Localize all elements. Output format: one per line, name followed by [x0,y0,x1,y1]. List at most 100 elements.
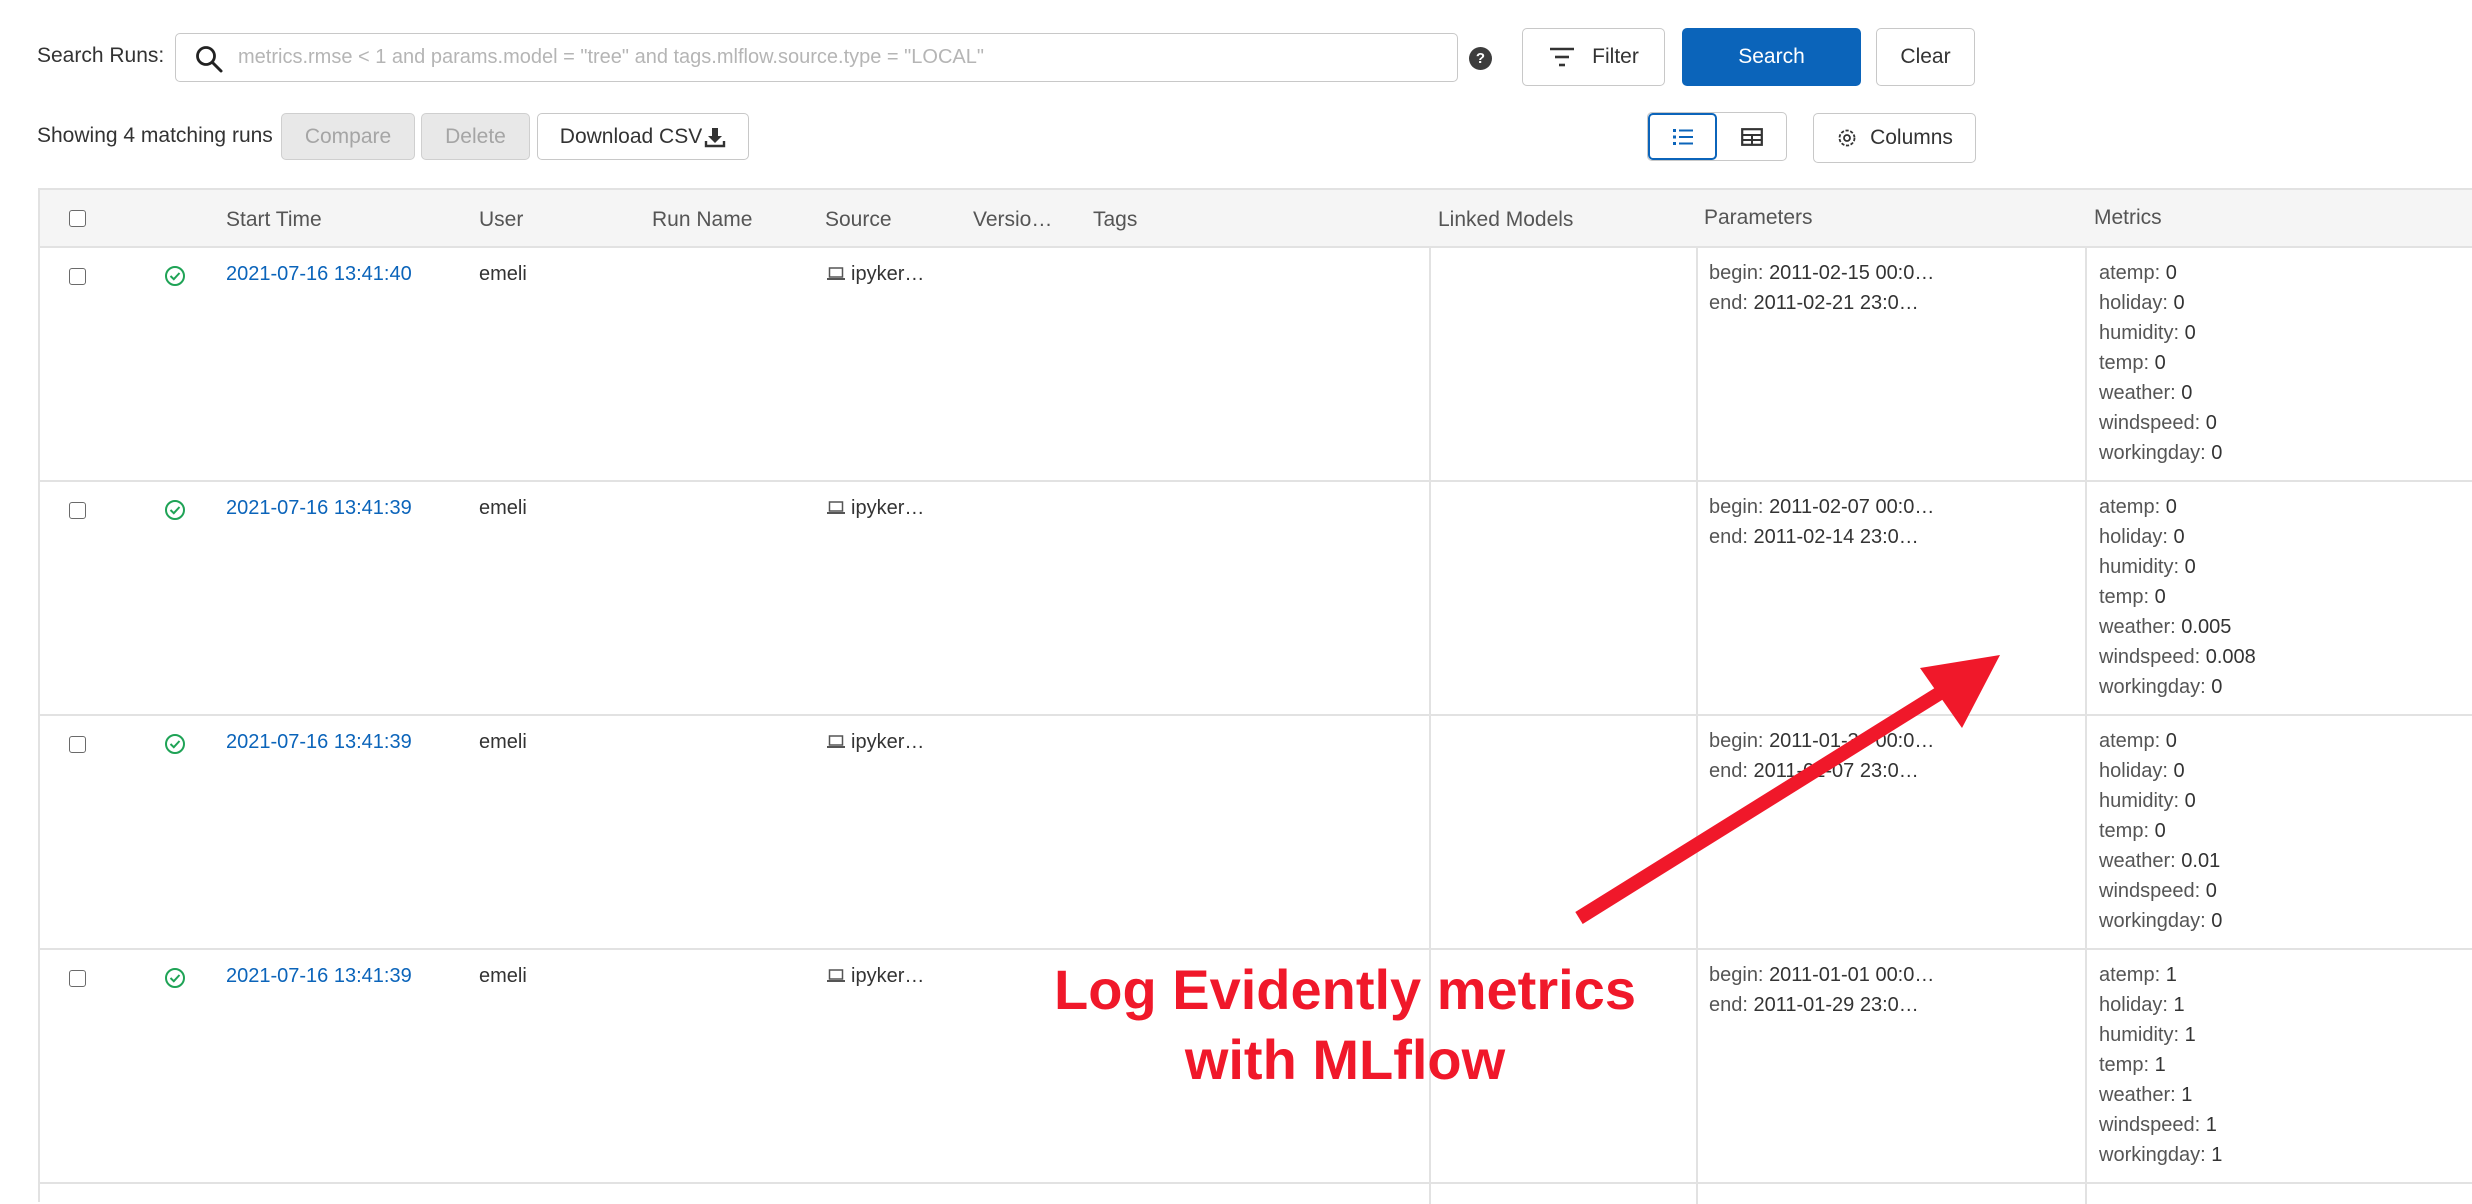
search-input[interactable] [236,34,1436,81]
param-key: begin: [1709,496,1770,518]
columns-button-label: Columns [1870,126,1953,149]
metric-value: 0 [2165,730,2177,752]
columns-button[interactable]: Columns [1813,113,1976,163]
metrics-cell: atemp: 1 holiday: 1 humidity: 1 temp: 1 … [2099,960,2222,1170]
compare-button[interactable]: Compare [281,113,415,160]
metric-key: weather: [2099,382,2182,404]
table-row: 2021-07-16 13:41:39 emeli ipyker… begin:… [40,482,2472,716]
metric-key: workingday: [2099,442,2212,464]
metric-key: atemp: [2099,730,2166,752]
metric-key: windspeed: [2099,880,2206,902]
param-value: 2011-02-15 00:0… [1769,262,1935,284]
metric-key: atemp: [2099,496,2166,518]
metric-entry: humidity: 0 [2099,786,2222,816]
row-checkbox[interactable] [69,970,86,987]
check-circle-icon [165,968,185,988]
laptop-icon [827,501,845,514]
source-cell[interactable]: ipyker… [827,497,924,520]
filter-button[interactable]: Filter [1522,28,1665,86]
metric-value: 1 [2165,964,2177,986]
start-time-link[interactable]: 2021-07-16 13:41:39 [226,965,412,988]
metric-entry: workingday: 0 [2099,906,2222,936]
user-cell: emeli [479,263,527,285]
param-key: end: [1709,760,1754,782]
help-icon[interactable]: ? [1469,47,1492,70]
params-cell: begin: 2011-01-30 00:0… end: 2011-02-07 … [1709,726,1934,786]
metric-entry: weather: 0 [2099,378,2222,408]
start-time-link[interactable]: 2021-07-16 13:41:39 [226,497,412,520]
row-checkbox[interactable] [69,502,86,519]
param-key: begin: [1709,730,1770,752]
header-start-time[interactable]: Start Time [226,208,322,232]
list-view-toggle[interactable] [1648,113,1718,160]
metric-value: 0 [2211,442,2223,464]
start-time-link[interactable]: 2021-07-16 13:41:39 [226,731,412,754]
metric-entry: workingday: 0 [2099,672,2256,702]
params-cell: begin: 2011-02-07 00:0… end: 2011-02-14 … [1709,492,1934,552]
grid-view-toggle[interactable] [1717,113,1786,160]
metric-entry: windspeed: 1 [2099,1110,2222,1140]
metric-value: 1 [2205,1114,2217,1136]
metric-value: 1 [2173,994,2185,1016]
select-all-checkbox[interactable] [69,210,86,227]
metric-value: 0 [2211,676,2223,698]
metric-value: 0 [2173,526,2185,548]
header-tags[interactable]: Tags [1093,208,1137,232]
download-csv-button[interactable]: Download CSV [537,113,749,160]
metric-value: 0 [2205,880,2217,902]
header-metrics[interactable]: Metrics [2094,206,2162,230]
header-user[interactable]: User [479,208,523,232]
start-time-link[interactable]: 2021-07-16 13:41:40 [226,263,412,286]
row-checkbox[interactable] [69,736,86,753]
metric-value: 0 [2211,910,2223,932]
metric-entry: holiday: 0 [2099,756,2222,786]
metric-value: 1 [2154,1054,2166,1076]
check-circle-icon [165,500,185,520]
search-box[interactable] [175,33,1458,82]
metric-value: 0.008 [2205,646,2256,668]
table-view-icon [1740,127,1763,146]
metric-key: temp: [2099,820,2155,842]
metric-key: workingday: [2099,676,2212,698]
source-cell[interactable]: ipyker… [827,263,924,286]
metric-value: 0.01 [2181,850,2221,872]
table-header: Start Time User Run Name Source Versio… … [40,190,2472,248]
delete-button[interactable]: Delete [421,113,530,160]
metrics-cell: atemp: 0 holiday: 0 humidity: 0 temp: 0 … [2099,492,2256,702]
param-key: end: [1709,292,1754,314]
param-entry: begin: 2011-01-30 00:0… [1709,726,1934,756]
metric-key: weather: [2099,1084,2182,1106]
param-entry: end: 2011-02-14 23:0… [1709,522,1934,552]
metric-value: 1 [2184,1024,2196,1046]
matching-runs-count: Showing 4 matching runs [37,124,273,147]
param-value: 2011-02-21 23:0… [1753,292,1919,314]
clear-button[interactable]: Clear [1876,28,1975,86]
metric-key: atemp: [2099,964,2166,986]
metric-key: holiday: [2099,526,2174,548]
metric-key: weather: [2099,850,2182,872]
view-toggle[interactable] [1647,112,1787,161]
source-cell[interactable]: ipyker… [827,965,924,988]
header-version[interactable]: Versio… [973,208,1052,232]
metric-value: 0 [2205,412,2217,434]
metric-entry: temp: 0 [2099,348,2222,378]
header-run-name[interactable]: Run Name [652,208,752,232]
param-entry: end: 2011-02-21 23:0… [1709,288,1934,318]
metric-key: humidity: [2099,790,2185,812]
metric-value: 0 [2154,820,2166,842]
annotation-line-1: Log Evidently metrics [1054,958,1636,1021]
header-linked-models[interactable]: Linked Models [1438,208,1573,232]
metric-entry: workingday: 1 [2099,1140,2222,1170]
metric-entry: humidity: 0 [2099,318,2222,348]
metric-value: 0 [2173,760,2185,782]
metric-key: humidity: [2099,322,2185,344]
search-button[interactable]: Search [1682,28,1861,86]
metric-value: 0 [2184,556,2196,578]
header-parameters[interactable]: Parameters [1704,206,1813,230]
row-checkbox[interactable] [69,268,86,285]
source-cell[interactable]: ipyker… [827,731,924,754]
header-source[interactable]: Source [825,208,892,232]
params-cell: begin: 2011-02-15 00:0… end: 2011-02-21 … [1709,258,1934,318]
filter-icon [1550,47,1575,67]
source-label: ipyker… [851,731,925,753]
